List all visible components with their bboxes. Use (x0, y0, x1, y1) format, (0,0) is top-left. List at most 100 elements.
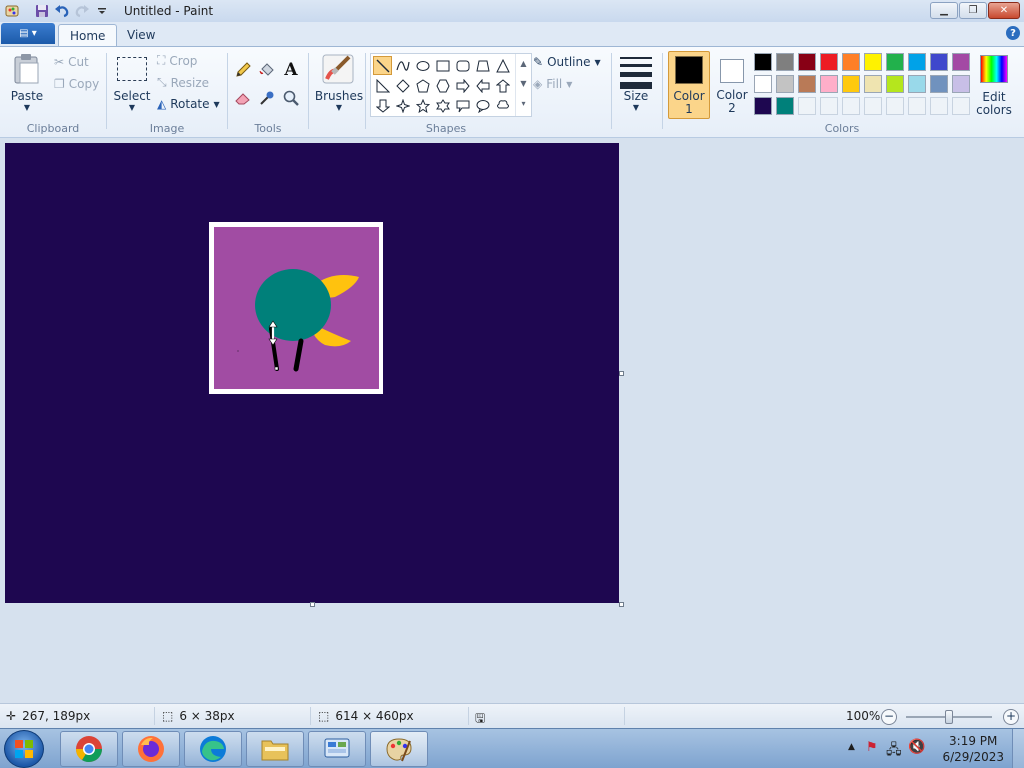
curve-shape-icon[interactable] (393, 56, 412, 75)
palette-swatch[interactable] (952, 75, 970, 93)
zoom-in-button[interactable]: + (1003, 709, 1019, 725)
palette-empty-slot[interactable] (820, 97, 838, 115)
copy-button[interactable]: ❐ Copy (54, 77, 99, 91)
clock[interactable]: 3:19 PM 6/29/2023 (942, 733, 1004, 765)
size-dropdown-arrow-icon[interactable]: ▼ (614, 103, 658, 112)
up-arrow-shape-icon[interactable] (493, 76, 512, 95)
close-button[interactable]: ✕ (988, 2, 1020, 19)
network-icon[interactable]: 🖧 (886, 739, 902, 763)
oval-shape-icon[interactable] (413, 56, 432, 75)
paste-dropdown-arrow-icon[interactable]: ▼ (6, 103, 48, 112)
zoom-slider-thumb[interactable] (945, 710, 953, 724)
zoom-slider[interactable] (906, 710, 992, 724)
palette-empty-slot[interactable] (908, 97, 926, 115)
shapes-scroll[interactable]: ▲ ▼ ▾ (515, 54, 531, 116)
palette-swatch[interactable] (886, 75, 904, 93)
palette-swatch[interactable] (776, 53, 794, 71)
size-button[interactable]: Size ▼ (616, 53, 656, 125)
chrome-task-button[interactable] (60, 731, 118, 767)
show-hidden-icons-icon[interactable]: ▲ (848, 742, 855, 752)
fill-button[interactable]: ◈ Fill ▼ (533, 77, 572, 91)
help-icon[interactable]: ? (1006, 26, 1020, 40)
palette-empty-slot[interactable] (952, 97, 970, 115)
tab-home[interactable]: Home (58, 24, 118, 46)
palette-swatch[interactable] (820, 53, 838, 71)
drawing-canvas[interactable] (5, 143, 619, 603)
text-icon[interactable]: A (280, 59, 302, 81)
palette-swatch[interactable] (776, 75, 794, 93)
six-point-star-shape-icon[interactable] (433, 96, 452, 115)
redo-icon[interactable] (74, 3, 90, 19)
diamond-shape-icon[interactable] (393, 76, 412, 95)
palette-empty-slot[interactable] (842, 97, 860, 115)
brushes-button[interactable]: Brushes ▼ (313, 53, 363, 125)
palette-swatch[interactable] (798, 53, 816, 71)
color2-button[interactable]: Color 2 (712, 51, 752, 119)
oval-callout-shape-icon[interactable] (473, 96, 492, 115)
file-explorer-task-button[interactable] (246, 731, 304, 767)
scroll-down-icon[interactable]: ▼ (516, 74, 531, 94)
palette-swatch[interactable] (754, 53, 772, 71)
canvas-resize-handle-corner[interactable] (619, 602, 624, 607)
paste-button[interactable]: Paste ▼ (8, 53, 46, 131)
fill-bucket-icon[interactable] (256, 59, 278, 81)
action-center-icon[interactable]: ⚑ (866, 740, 878, 755)
right-triangle-shape-icon[interactable] (373, 76, 392, 95)
scroll-up-icon[interactable]: ▲ (516, 54, 531, 74)
edit-colors-button[interactable]: Edit colors (974, 53, 1014, 123)
paint-menu-button[interactable]: ▤ ▾ (1, 23, 55, 44)
palette-swatch[interactable] (908, 75, 926, 93)
brushes-dropdown-arrow-icon[interactable]: ▼ (313, 103, 365, 112)
palette-swatch[interactable] (842, 75, 860, 93)
palette-swatch[interactable] (798, 75, 816, 93)
customize-qat-icon[interactable] (94, 3, 110, 19)
palette-swatch[interactable] (864, 75, 882, 93)
palette-swatch[interactable] (776, 97, 794, 115)
outline-button[interactable]: ✎ Outline ▼ (533, 55, 601, 69)
triangle-shape-icon[interactable] (493, 56, 512, 75)
canvas-resize-handle-right[interactable] (619, 371, 624, 376)
cut-button[interactable]: ✂ Cut (54, 55, 89, 69)
pentagon-shape-icon[interactable] (413, 76, 432, 95)
four-point-star-shape-icon[interactable] (393, 96, 412, 115)
hexagon-shape-icon[interactable] (433, 76, 452, 95)
minimize-button[interactable]: ▁ (930, 2, 958, 19)
five-point-star-shape-icon[interactable] (413, 96, 432, 115)
select-dropdown-arrow-icon[interactable]: ▼ (111, 103, 153, 112)
palette-swatch[interactable] (864, 53, 882, 71)
palette-swatch[interactable] (754, 75, 772, 93)
palette-swatch[interactable] (754, 97, 772, 115)
left-arrow-shape-icon[interactable] (473, 76, 492, 95)
save-icon[interactable] (34, 3, 50, 19)
paint-task-button[interactable] (370, 731, 428, 767)
color-picker-icon[interactable] (256, 87, 278, 109)
select-button[interactable]: Select ▼ (113, 55, 151, 125)
down-arrow-shape-icon[interactable] (373, 96, 392, 115)
rect-callout-shape-icon[interactable] (453, 96, 472, 115)
gallery-expand-icon[interactable]: ▾ (516, 94, 531, 114)
palette-swatch[interactable] (952, 53, 970, 71)
undo-icon[interactable] (54, 3, 70, 19)
rounded-rectangle-shape-icon[interactable] (453, 56, 472, 75)
cloud-callout-shape-icon[interactable] (493, 96, 512, 115)
palette-swatch[interactable] (930, 75, 948, 93)
magnifier-icon[interactable] (280, 87, 302, 109)
zoom-out-button[interactable]: − (881, 709, 897, 725)
color1-button[interactable]: Color 1 (668, 51, 710, 119)
line-shape-icon[interactable] (373, 56, 392, 75)
palette-empty-slot[interactable] (864, 97, 882, 115)
right-arrow-shape-icon[interactable] (453, 76, 472, 95)
eraser-icon[interactable] (232, 87, 254, 109)
palette-swatch[interactable] (908, 53, 926, 71)
resize-button[interactable]: ⤡ Resize (157, 75, 209, 90)
tab-view[interactable]: View (116, 24, 166, 46)
palette-swatch[interactable] (820, 75, 838, 93)
start-button[interactable] (4, 730, 44, 768)
volume-muted-icon[interactable]: 🔇 (908, 739, 925, 755)
show-desktop-button[interactable] (1012, 729, 1024, 768)
firefox-task-button[interactable] (122, 731, 180, 767)
rotate-button[interactable]: ◭ Rotate ▼ (157, 97, 220, 111)
polygon-shape-icon[interactable] (473, 56, 492, 75)
palette-swatch[interactable] (930, 53, 948, 71)
palette-swatch[interactable] (842, 53, 860, 71)
